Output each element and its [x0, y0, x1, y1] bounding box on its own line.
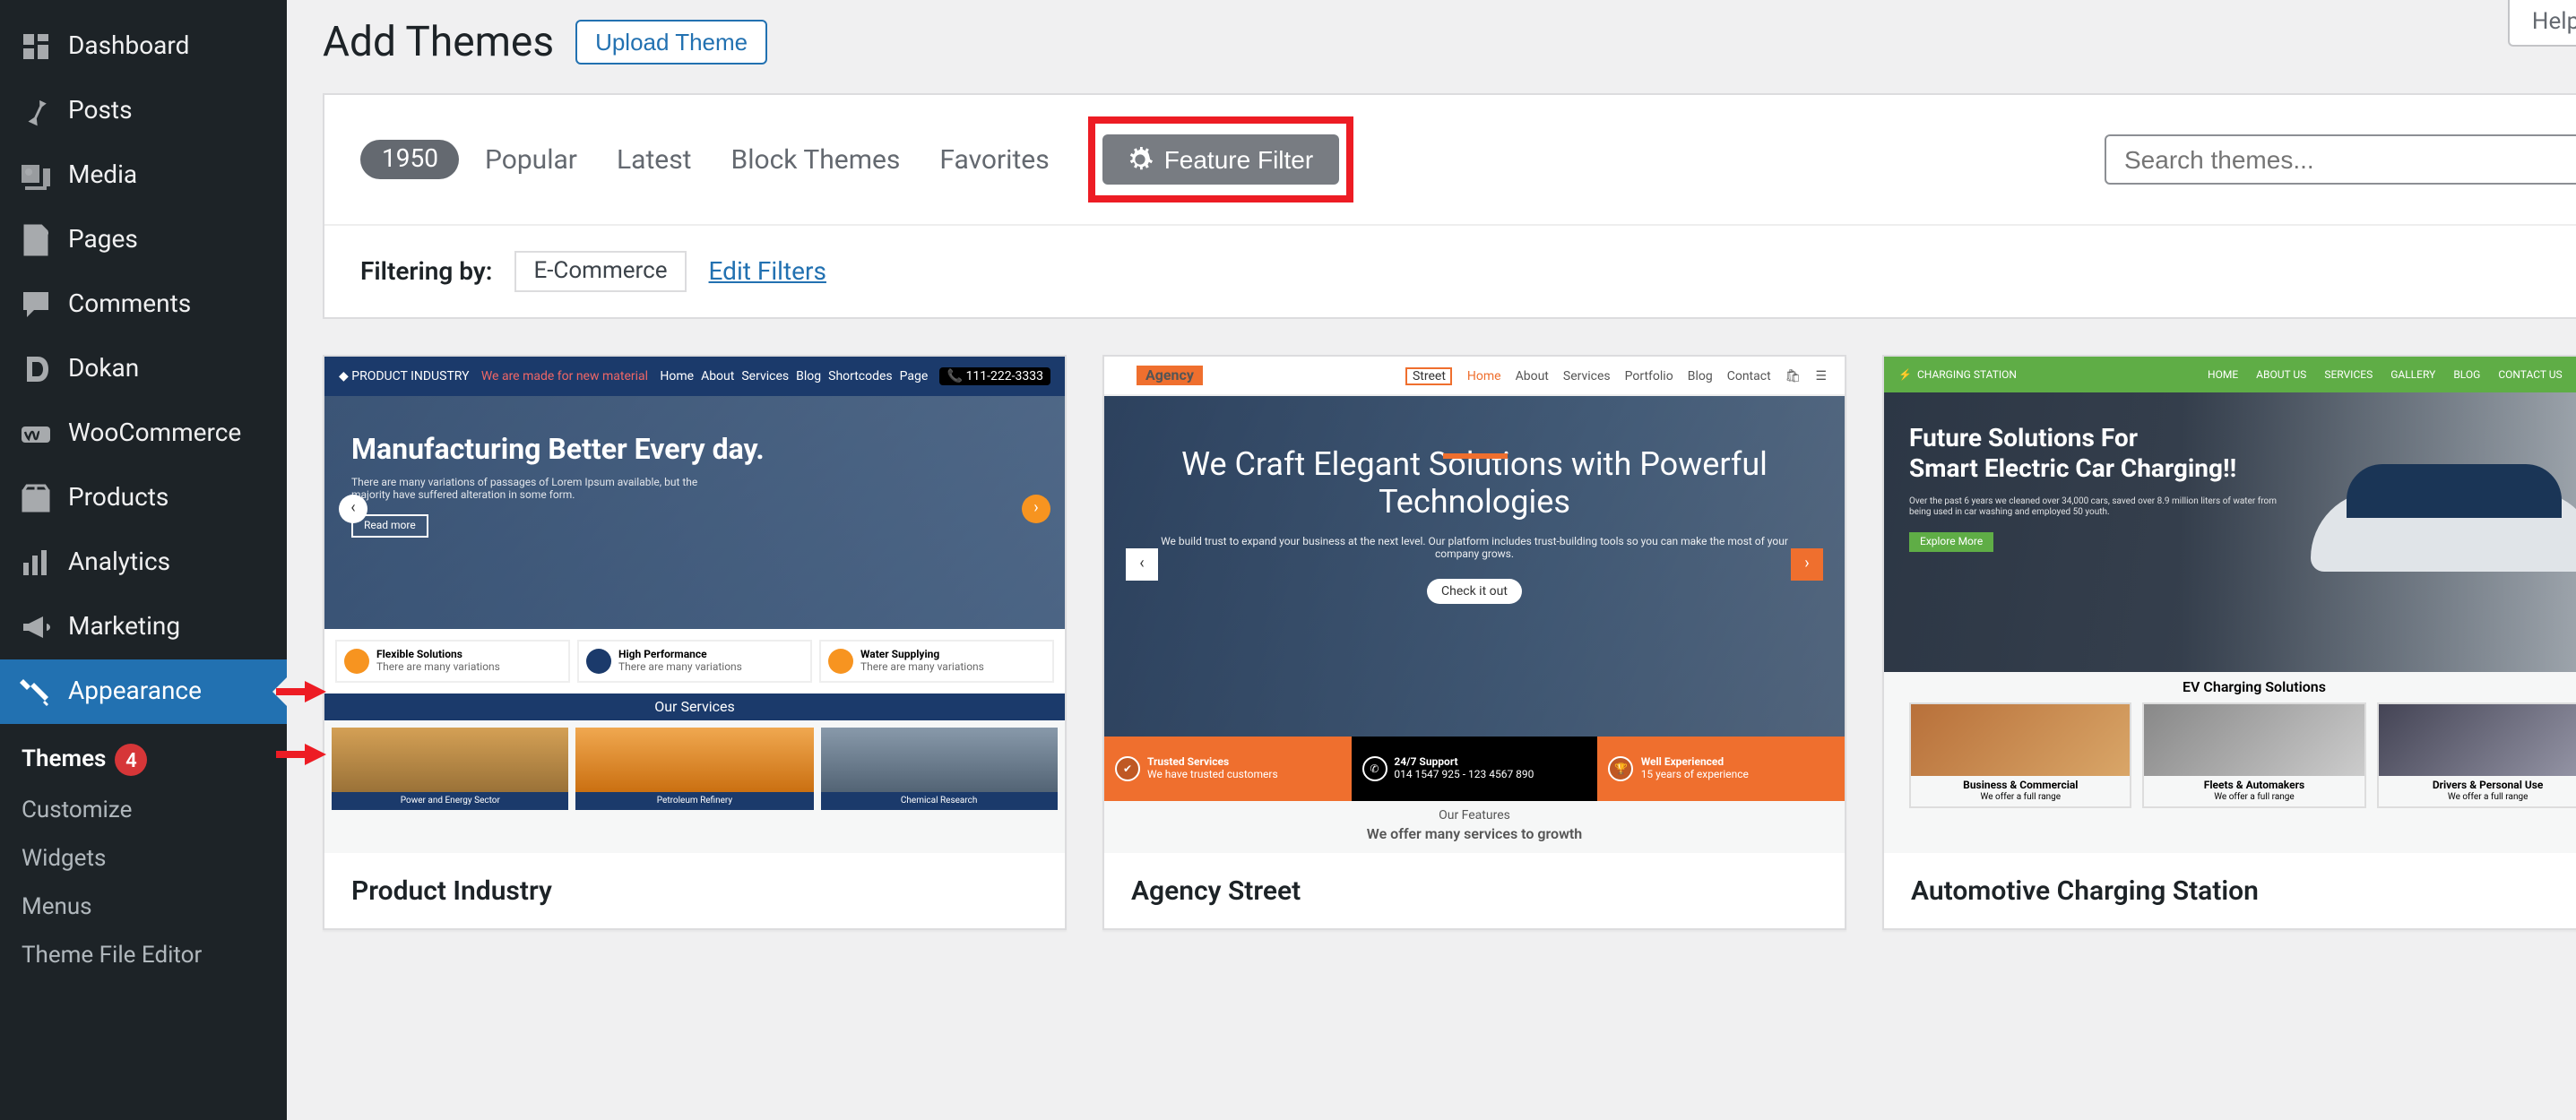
- filtering-by-label: Filtering by:: [360, 257, 492, 286]
- submenu-widgets[interactable]: Widgets: [0, 835, 287, 883]
- media-icon: [18, 158, 54, 194]
- menu-media[interactable]: Media: [0, 143, 287, 208]
- annotation-arrow-themes: [276, 742, 326, 767]
- woo-icon: [18, 416, 54, 452]
- upload-theme-button[interactable]: Upload Theme: [575, 20, 767, 65]
- menu-pages[interactable]: Pages: [0, 208, 287, 272]
- filter-popular[interactable]: Popular: [485, 143, 577, 176]
- theme-name: Product Industry: [324, 853, 1065, 928]
- menu-appearance[interactable]: Appearance: [0, 659, 287, 724]
- theme-card-automotive-charging[interactable]: ⚡ CHARGING STATIONHOMEABOUT USSERVICESGA…: [1882, 355, 2576, 930]
- filter-tag-ecommerce[interactable]: E-Commerce: [514, 251, 687, 292]
- submenu-theme-file-editor[interactable]: Theme File Editor: [0, 932, 287, 980]
- theme-thumbnail: ⚡ CHARGING STATIONHOMEABOUT USSERVICESGA…: [1884, 357, 2576, 853]
- pin-icon: [18, 93, 54, 129]
- menu-analytics[interactable]: Analytics: [0, 530, 287, 595]
- analytics-icon: [18, 545, 54, 581]
- theme-thumbnail: AgencyStreetHomeAboutServicesPortfolioBl…: [1104, 357, 1845, 853]
- menu-marketing[interactable]: Marketing: [0, 595, 287, 659]
- submenu-menus[interactable]: Menus: [0, 883, 287, 932]
- search-input[interactable]: [2105, 134, 2576, 185]
- menu-dokan[interactable]: Dokan: [0, 337, 287, 401]
- menu-comments[interactable]: Comments: [0, 272, 287, 337]
- feature-filter-button[interactable]: Feature Filter: [1103, 134, 1339, 185]
- menu-dashboard[interactable]: Dashboard: [0, 14, 287, 79]
- theme-name: Automotive Charging Station: [1884, 853, 2576, 928]
- page-title: Add Themes: [323, 18, 554, 66]
- page-icon: [18, 222, 54, 258]
- theme-count: 1950: [360, 140, 460, 179]
- admin-sidebar: Dashboard Posts Media Pages Comments Dok…: [0, 0, 287, 1120]
- annotation-highlight-box: Feature Filter: [1089, 116, 1353, 202]
- help-tab[interactable]: Help▼: [2509, 0, 2576, 47]
- menu-posts[interactable]: Posts: [0, 79, 287, 143]
- filter-favorites[interactable]: Favorites: [939, 143, 1049, 176]
- comment-icon: [18, 287, 54, 323]
- theme-card-product-industry[interactable]: ◆ PRODUCT INDUSTRYWe are made for new ma…: [323, 355, 1067, 930]
- menu-woocommerce[interactable]: WooCommerce: [0, 401, 287, 466]
- theme-grid: ◆ PRODUCT INDUSTRYWe are made for new ma…: [323, 355, 2576, 930]
- theme-thumbnail: ◆ PRODUCT INDUSTRYWe are made for new ma…: [324, 357, 1065, 853]
- filter-latest[interactable]: Latest: [617, 143, 692, 176]
- main-content: Help▼ Add Themes Upload Theme 1950 Popul…: [287, 0, 2576, 1120]
- marketing-icon: [18, 609, 54, 645]
- annotation-arrow-appearance: [276, 679, 326, 704]
- dokan-icon: [18, 351, 54, 387]
- filter-bar: 1950 Popular Latest Block Themes Favorit…: [323, 93, 2576, 319]
- product-icon: [18, 480, 54, 516]
- theme-name: Agency Street: [1104, 853, 1845, 928]
- appearance-icon: [18, 674, 54, 710]
- update-badge: 4: [115, 744, 147, 776]
- submenu-themes[interactable]: Themes4: [0, 733, 287, 787]
- dashboard-icon: [18, 29, 54, 65]
- appearance-submenu: Themes4 Customize Widgets Menus Theme Fi…: [0, 724, 287, 995]
- submenu-customize[interactable]: Customize: [0, 787, 287, 835]
- theme-card-agency-street[interactable]: AgencyStreetHomeAboutServicesPortfolioBl…: [1102, 355, 1846, 930]
- gear-icon: [1128, 147, 1154, 172]
- edit-filters-link[interactable]: Edit Filters: [709, 257, 826, 286]
- menu-products[interactable]: Products: [0, 466, 287, 530]
- filter-block-themes[interactable]: Block Themes: [731, 143, 901, 176]
